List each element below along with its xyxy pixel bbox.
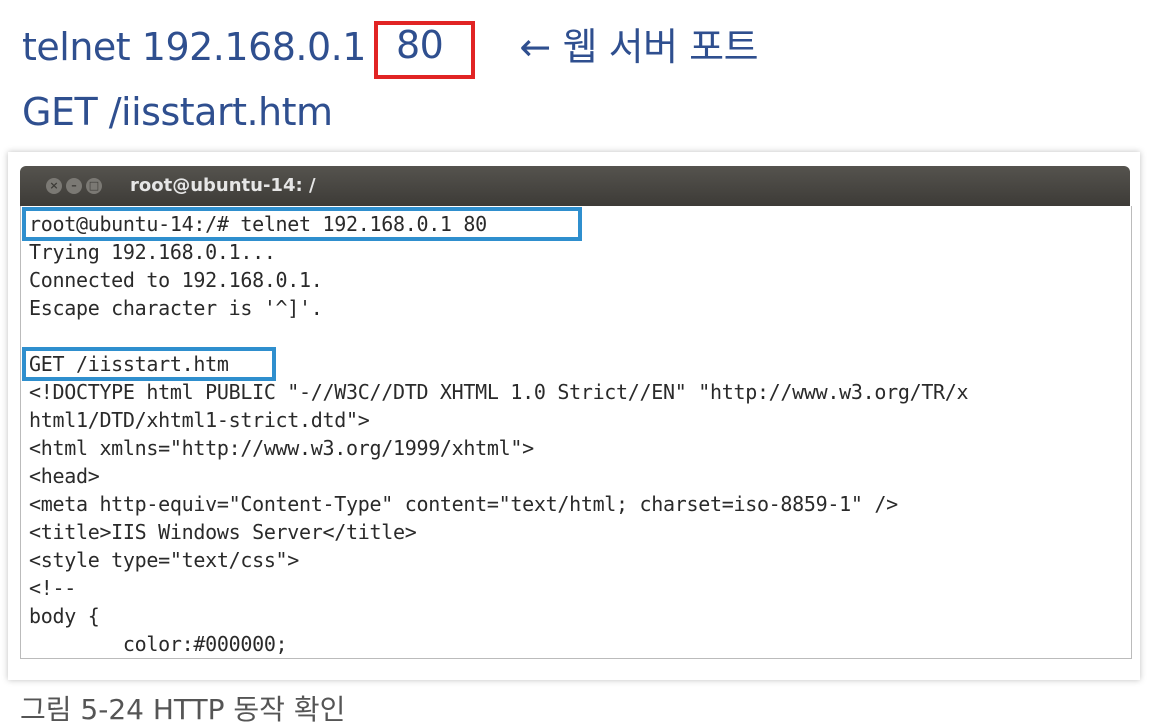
terminal-line: Escape character is '^]'. <box>29 296 323 320</box>
terminal-line: <!-- <box>29 576 76 600</box>
maximize-icon[interactable]: □ <box>86 178 102 194</box>
get-request-heading: GET /iisstart.htm <box>22 90 333 134</box>
telnet-command-text: telnet 192.168.0.1 <box>22 25 366 69</box>
get-request-highlight <box>22 347 276 381</box>
figure-caption: 그림 5-24 HTTP 동작 확인 <box>20 693 346 726</box>
terminal-titlebar[interactable]: × – □ root@ubuntu-14: / <box>20 166 1130 206</box>
terminal-line: <title>IIS Windows Server</title> <box>29 520 417 544</box>
minimize-icon[interactable]: – <box>66 178 82 194</box>
close-icon[interactable]: × <box>46 178 62 194</box>
telnet-command-heading: telnet 192.168.0.1 80 ← 웹 서버 포트 <box>22 16 759 81</box>
terminal-line: Trying 192.168.0.1... <box>29 240 276 264</box>
terminal-line: <!DOCTYPE html PUBLIC "-//W3C//DTD XHTML… <box>29 380 969 404</box>
terminal-output[interactable]: root@ubuntu-14:/# telnet 192.168.0.1 80 … <box>20 206 1132 659</box>
left-arrow-icon: ← <box>519 25 551 69</box>
port-number: 80 <box>395 23 444 67</box>
terminal-line: html1/DTD/xhtml1-strict.dtd"> <box>29 408 370 432</box>
terminal-screenshot: × – □ root@ubuntu-14: / root@ubuntu-14:/… <box>8 152 1140 680</box>
terminal-line: <meta http-equiv="Content-Type" content=… <box>29 492 898 516</box>
terminal-line: Connected to 192.168.0.1. <box>29 268 323 292</box>
port-highlight-box: 80 <box>373 21 476 79</box>
terminal-line: body { <box>29 604 100 628</box>
telnet-command-highlight <box>22 207 582 241</box>
terminal-line: <style type="text/css"> <box>29 548 300 572</box>
terminal-line: <html xmlns="http://www.w3.org/1999/xhtm… <box>29 436 534 460</box>
terminal-line: <head> <box>29 464 100 488</box>
web-server-port-note: 웹 서버 포트 <box>562 25 759 69</box>
terminal-line: color:#000000; <box>29 632 288 656</box>
terminal-title: root@ubuntu-14: / <box>130 175 316 196</box>
